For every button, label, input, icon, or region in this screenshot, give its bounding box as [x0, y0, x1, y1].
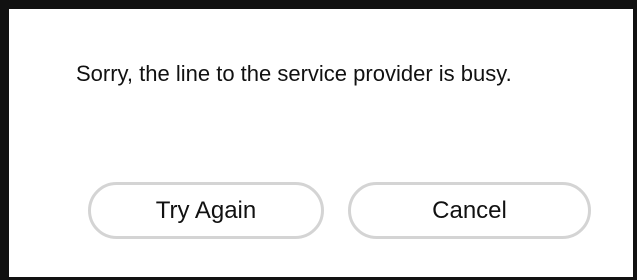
cancel-button[interactable]: Cancel	[348, 182, 591, 239]
error-dialog: Sorry, the line to the service provider …	[0, 0, 637, 280]
try-again-button[interactable]: Try Again	[88, 182, 324, 239]
dialog-message: Sorry, the line to the service provider …	[76, 61, 512, 86]
